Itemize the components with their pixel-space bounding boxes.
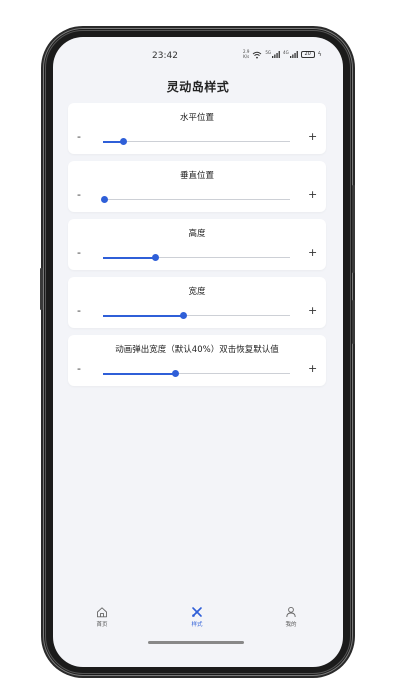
decrease-button[interactable]: - — [77, 247, 81, 258]
tab-style[interactable]: 样式 — [167, 606, 227, 628]
decrease-button[interactable]: - — [77, 363, 81, 374]
side-button-right-power — [352, 300, 355, 344]
network-type-2: 4G — [283, 50, 289, 55]
tab-label: 首页 — [96, 622, 108, 628]
increase-button[interactable]: + — [308, 305, 317, 316]
slider-card-height: 高度 - + — [68, 219, 326, 270]
battery-icon: 20 — [300, 51, 315, 58]
style-icon — [192, 607, 202, 617]
battery-level: 20 — [304, 51, 311, 57]
increase-button[interactable]: + — [308, 363, 317, 374]
slider-thumb[interactable] — [172, 370, 180, 377]
bottom-tab-bar: 首页 样式 我的 — [53, 603, 343, 643]
home-icon — [97, 607, 107, 618]
slider-track[interactable] — [103, 254, 290, 261]
charging-icon: ϟ — [317, 51, 322, 58]
slider-track[interactable] — [103, 312, 290, 319]
slider-fill — [103, 372, 176, 375]
slider-fill — [103, 314, 184, 317]
slider-fill — [103, 256, 156, 259]
status-icons: 2.9 K/s 5G 4G 20 ϟ — [243, 49, 322, 59]
increase-button[interactable]: + — [308, 131, 317, 142]
decrease-button[interactable]: - — [77, 131, 81, 142]
tab-label: 我的 — [285, 622, 297, 628]
screen: 23:42 2.9 K/s 5G 4G 20 ϟ 灵动岛样式 水平位置 - + … — [53, 37, 343, 667]
side-button-right-volume — [352, 185, 355, 273]
decrease-button[interactable]: - — [77, 305, 81, 316]
slider-title: 垂直位置 — [179, 171, 214, 181]
slider-card-animation-width: 动画弹出宽度（默认40%）双击恢复默认值 - + — [68, 335, 326, 386]
network-type-1: 5G — [265, 50, 272, 55]
home-indicator[interactable] — [148, 641, 244, 644]
increase-button[interactable]: + — [308, 247, 317, 258]
slider-title: 动画弹出宽度（默认40%）双击恢复默认值 — [115, 345, 279, 355]
tab-label: 样式 — [191, 622, 203, 628]
slider-title: 宽度 — [188, 287, 206, 297]
decrease-button[interactable]: - — [77, 189, 81, 200]
slider-title: 水平位置 — [179, 113, 214, 123]
status-bar: 23:42 2.9 K/s 5G 4G 20 ϟ — [53, 37, 343, 65]
increase-button[interactable]: + — [308, 189, 317, 200]
slider-thumb[interactable] — [120, 138, 128, 145]
slider-track[interactable] — [103, 138, 290, 145]
slider-track[interactable] — [103, 370, 290, 377]
tab-home[interactable]: 首页 — [72, 606, 132, 628]
slider-title: 高度 — [188, 229, 206, 239]
slider-thumb[interactable] — [179, 312, 187, 319]
slider-card-width: 宽度 - + — [68, 277, 326, 328]
signal-icon-1 — [272, 51, 280, 58]
person-icon — [286, 606, 296, 618]
side-button-left — [40, 268, 43, 310]
tab-mine[interactable]: 我的 — [261, 606, 321, 628]
slider-thumb[interactable] — [151, 254, 159, 261]
slider-card-vertical-position: 垂直位置 - + — [68, 161, 326, 212]
status-time: 23:42 — [152, 51, 178, 61]
page-title: 灵动岛样式 — [166, 80, 230, 94]
slider-card-horizontal-position: 水平位置 - + — [68, 103, 326, 154]
slider-track[interactable] — [101, 196, 290, 203]
signal-icon-2 — [289, 51, 298, 58]
wifi-icon — [253, 51, 262, 58]
slider-thumb[interactable] — [101, 196, 109, 203]
network-speed: 2.9 K/s — [243, 49, 250, 59]
